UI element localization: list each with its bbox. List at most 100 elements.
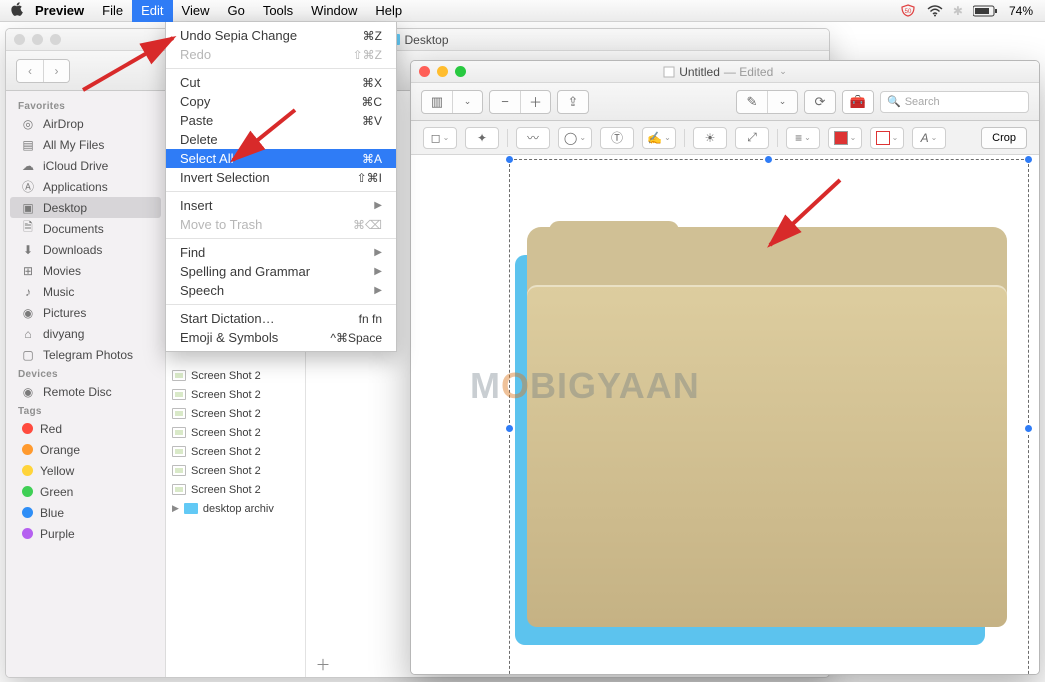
- menu-spelling[interactable]: Spelling and Grammar▶: [166, 262, 396, 281]
- tag-orange[interactable]: Orange: [10, 439, 161, 460]
- battery-icon[interactable]: [973, 5, 999, 17]
- fill-color-tool[interactable]: ⌄: [870, 127, 904, 149]
- antivirus-icon[interactable]: 50: [899, 4, 917, 17]
- line-style-tool[interactable]: ≡⌄: [786, 127, 820, 149]
- minimize-icon: [32, 34, 43, 45]
- sketch-tool[interactable]: 〰: [516, 127, 550, 149]
- shapes-tool[interactable]: ◯⌄: [558, 127, 592, 149]
- menu-find[interactable]: Find▶: [166, 243, 396, 262]
- list-item[interactable]: Screen Shot 2: [166, 442, 305, 461]
- instant-alpha-tool[interactable]: ✦: [465, 127, 499, 149]
- list-item[interactable]: Screen Shot 2: [166, 461, 305, 480]
- tag-blue[interactable]: Blue: [10, 502, 161, 523]
- menu-speech[interactable]: Speech▶: [166, 281, 396, 300]
- traffic-lights[interactable]: [419, 66, 466, 77]
- sidebar-item-remotedisc[interactable]: ◉Remote Disc: [10, 381, 161, 402]
- image-icon: [172, 484, 186, 495]
- menu-invert-selection[interactable]: Invert Selection⇧⌘I: [166, 168, 396, 187]
- list-item[interactable]: Screen Shot 2: [166, 423, 305, 442]
- finder-title: Desktop: [404, 33, 448, 47]
- search-input[interactable]: 🔍Search: [880, 91, 1029, 113]
- menu-insert[interactable]: Insert▶: [166, 196, 396, 215]
- annotation-arrow: [225, 105, 305, 170]
- list-item[interactable]: Screen Shot 2: [166, 480, 305, 499]
- disc-icon: ◉: [20, 384, 36, 400]
- tag-red[interactable]: Red: [10, 418, 161, 439]
- zoom-icon: [455, 66, 466, 77]
- sidebar-item-movies[interactable]: ⊞Movies: [10, 260, 161, 281]
- menu-window[interactable]: Window: [302, 0, 366, 22]
- sidebar-item-documents[interactable]: 🗎Documents: [10, 218, 161, 239]
- sidebar-item-airdrop[interactable]: ◎AirDrop: [10, 113, 161, 134]
- sidebar-item-applications[interactable]: ⒶApplications: [10, 176, 161, 197]
- app-name[interactable]: Preview: [26, 0, 93, 22]
- preview-titlebar[interactable]: Untitled — Edited⌄: [411, 61, 1039, 83]
- image-icon: [172, 389, 186, 400]
- adjust-color-tool[interactable]: ☀: [693, 127, 727, 149]
- add-button[interactable]: ＋: [312, 655, 334, 673]
- tag-yellow[interactable]: Yellow: [10, 460, 161, 481]
- toolbox-icon: 🧰: [843, 91, 873, 113]
- home-icon: ⌂: [20, 326, 36, 342]
- sidebar-item-desktop[interactable]: ▣Desktop: [10, 197, 161, 218]
- text-tool[interactable]: Ⓣ: [600, 127, 634, 149]
- menu-cut[interactable]: Cut⌘X: [166, 73, 396, 92]
- sidebar-item-telegram[interactable]: ▢Telegram Photos: [10, 344, 161, 365]
- sign-tool[interactable]: ✍⌄: [642, 127, 676, 149]
- menu-tools[interactable]: Tools: [254, 0, 302, 22]
- menu-undo[interactable]: Undo Sepia Change⌘Z: [166, 26, 396, 45]
- sidebar-item-allmyfiles[interactable]: ▤All My Files: [10, 134, 161, 155]
- menu-view[interactable]: View: [173, 0, 219, 22]
- tag-purple[interactable]: Purple: [10, 523, 161, 544]
- chevron-down-icon[interactable]: ⌄: [779, 66, 787, 77]
- zoom-out-icon: −: [490, 91, 520, 113]
- menu-start-dictation[interactable]: Start Dictation…fn fn: [166, 309, 396, 328]
- list-item[interactable]: Screen Shot 2: [166, 385, 305, 404]
- edit-toggle[interactable]: 🧰: [842, 90, 874, 114]
- desktop-icon: ▣: [20, 200, 36, 216]
- sidebar-item-pictures[interactable]: ◉Pictures: [10, 302, 161, 323]
- wifi-icon[interactable]: [927, 5, 943, 17]
- menu-edit[interactable]: Edit: [132, 0, 172, 22]
- text-style-tool[interactable]: A⌄: [912, 127, 946, 149]
- tag-green[interactable]: Green: [10, 481, 161, 502]
- menu-redo: Redo⇧⌘Z: [166, 45, 396, 64]
- zoom-seg[interactable]: −＋: [489, 90, 551, 114]
- sidebar-icon: ▥: [422, 91, 452, 113]
- image-icon: [172, 370, 186, 381]
- menu-file[interactable]: File: [93, 0, 132, 22]
- menu-emoji-symbols[interactable]: Emoji & Symbols^⌘Space: [166, 328, 396, 347]
- sidebar-item-home[interactable]: ⌂divyang: [10, 323, 161, 344]
- bluetooth-icon[interactable]: ✱: [953, 4, 963, 18]
- crop-button[interactable]: Crop: [981, 127, 1027, 149]
- apps-icon: Ⓐ: [20, 179, 36, 195]
- svg-text:50: 50: [905, 9, 912, 15]
- preview-toolbar: ▥⌄ −＋ ⇪ ✎⌄ ⟳ 🧰 🔍Search: [411, 83, 1039, 121]
- sidebar-item-downloads[interactable]: ⬇Downloads: [10, 239, 161, 260]
- devices-header: Devices: [6, 365, 165, 381]
- menu-help[interactable]: Help: [366, 0, 411, 22]
- zoom-in-icon: ＋: [520, 91, 550, 113]
- menu-go[interactable]: Go: [218, 0, 253, 22]
- watermark: MOBIGYAAN: [470, 365, 700, 407]
- folder-icon: [184, 503, 198, 514]
- nav-buttons[interactable]: ‹›: [16, 59, 70, 83]
- preview-canvas[interactable]: [411, 155, 1039, 674]
- sidebar-item-music[interactable]: ♪Music: [10, 281, 161, 302]
- list-item[interactable]: Screen Shot 2: [166, 366, 305, 385]
- chevron-down-icon: ⌄: [452, 91, 482, 113]
- rotate-icon: ⟳: [805, 91, 835, 113]
- share-button[interactable]: ⇪: [557, 90, 589, 114]
- list-item[interactable]: Screen Shot 2: [166, 404, 305, 423]
- rotate-button[interactable]: ⟳: [804, 90, 836, 114]
- sidebar-toggle[interactable]: ▥⌄: [421, 90, 483, 114]
- sidebar-item-icloud[interactable]: ☁iCloud Drive: [10, 155, 161, 176]
- list-item[interactable]: ▶desktop archiv: [166, 499, 305, 518]
- adjust-size-tool[interactable]: ⤢: [735, 127, 769, 149]
- battery-percent: 74%: [1009, 4, 1033, 18]
- border-color-tool[interactable]: ⌄: [828, 127, 862, 149]
- markup-seg[interactable]: ✎⌄: [736, 90, 798, 114]
- apple-menu[interactable]: [8, 2, 26, 19]
- selection-tool[interactable]: ◻⌄: [423, 127, 457, 149]
- traffic-lights[interactable]: [14, 34, 61, 45]
